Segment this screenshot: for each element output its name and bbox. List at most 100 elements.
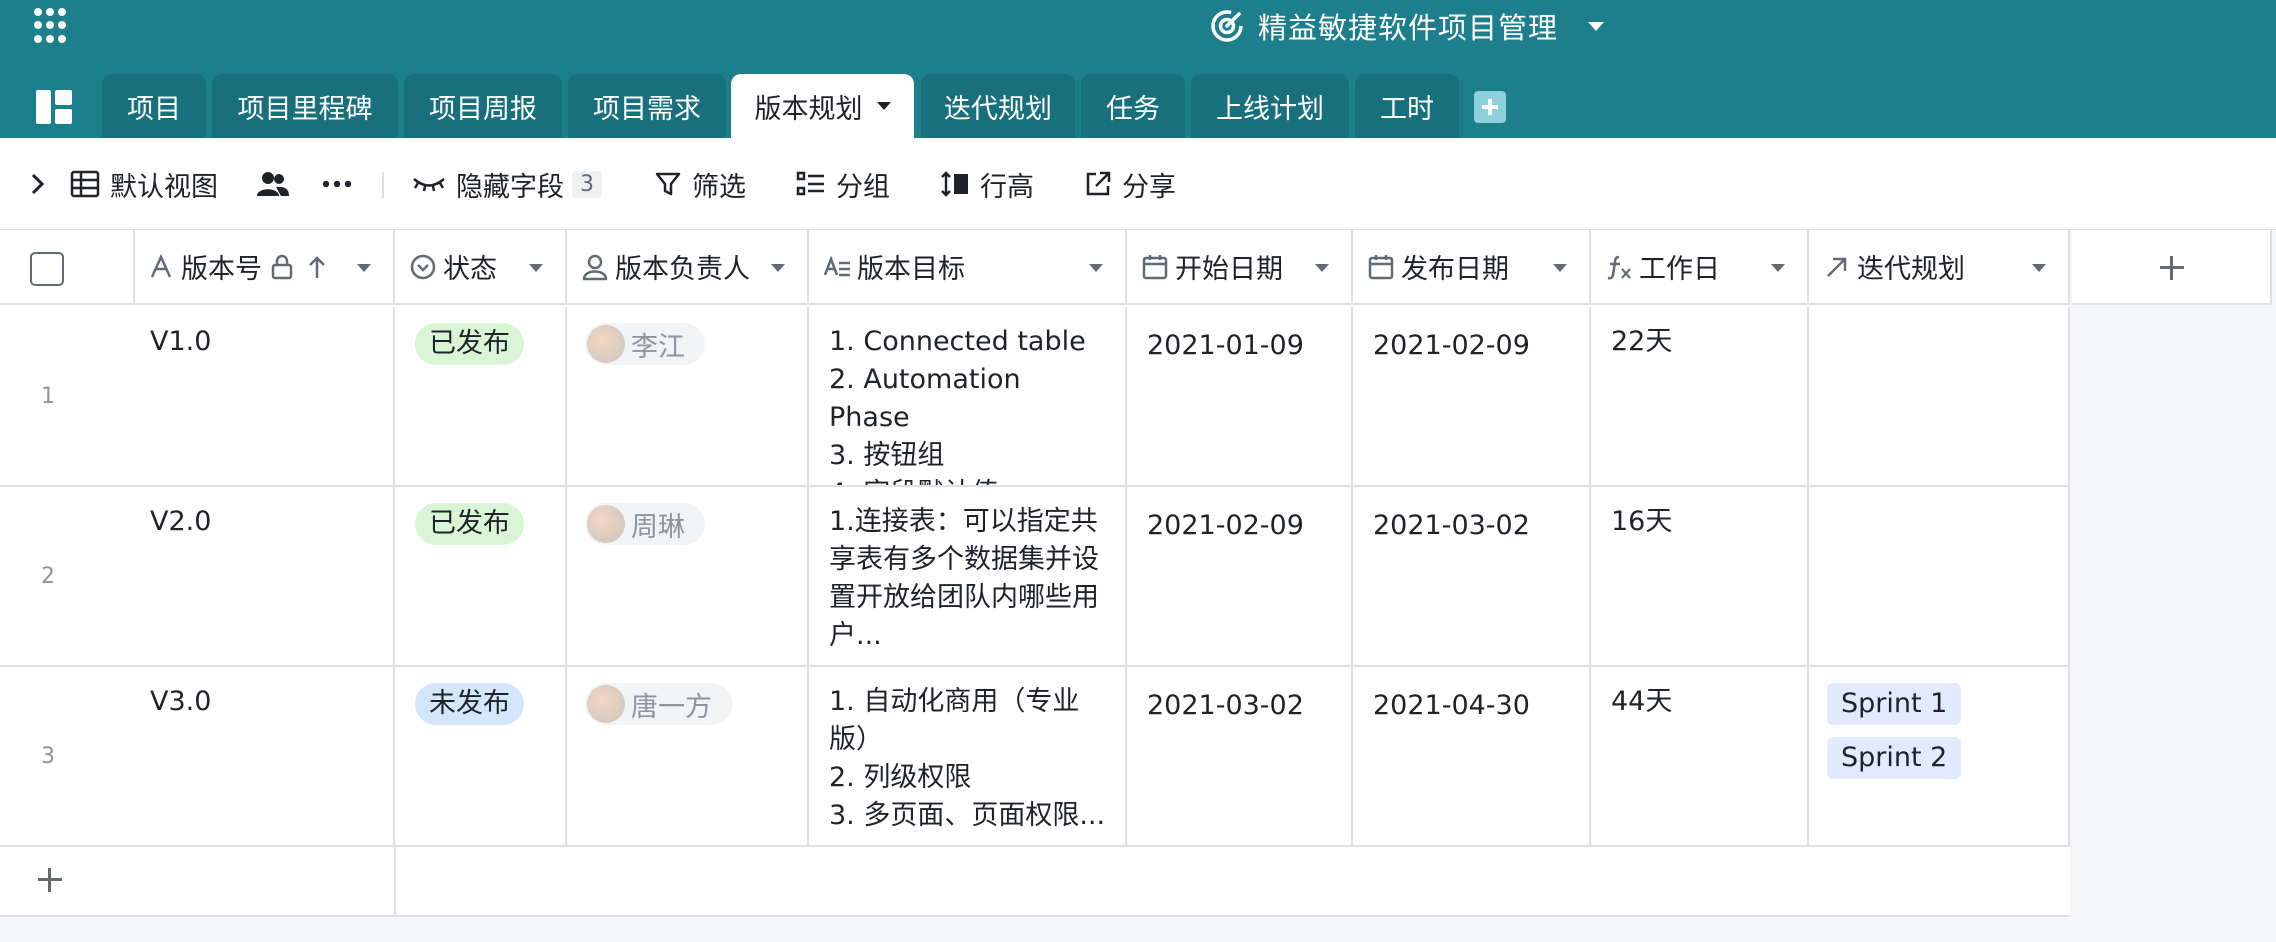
status-cell[interactable]: 已发布	[395, 487, 567, 665]
row-header-cell[interactable]: 3 V3.0	[0, 667, 395, 845]
column-label: 版本负责人	[615, 254, 750, 285]
version-cell[interactable]: V2.0	[130, 487, 229, 541]
eye-closed-icon	[413, 178, 445, 192]
base-title: 精益敏捷软件项目管理	[1258, 11, 1559, 45]
more-options-button[interactable]	[322, 138, 362, 230]
owner-chip[interactable]: 周琳	[585, 503, 705, 545]
group-button[interactable]: 分组	[796, 138, 890, 230]
version-cell[interactable]: V1.0	[130, 307, 229, 361]
goal-line: 1. Connected table	[829, 326, 1086, 357]
release-date-cell[interactable]: 2021-02-09	[1353, 307, 1591, 485]
release-date-cell[interactable]: 2021-03-02	[1353, 487, 1591, 665]
goal-line: 版）	[829, 724, 883, 755]
sidebar-toggle[interactable]	[30, 138, 56, 230]
row-number: 2	[41, 563, 55, 589]
goal-line: 户...	[829, 620, 882, 651]
column-label: 迭代规划	[1857, 254, 1965, 285]
release-date-cell[interactable]: 2021-04-30	[1353, 667, 1591, 845]
add-record-icon[interactable]	[38, 868, 62, 892]
owner-chip[interactable]: 李江	[585, 323, 705, 365]
hide-fields-label: 隐藏字段	[456, 171, 564, 203]
status-badge: 已发布	[415, 323, 524, 365]
owner-cell[interactable]: 唐一方	[567, 667, 809, 845]
sprint-link-tag[interactable]: Sprint 1	[1827, 683, 1962, 725]
goal-line: 1.连接表：可以指定共	[829, 506, 1098, 537]
add-table-icon[interactable]	[1474, 91, 1506, 123]
select-all-checkbox[interactable]	[30, 252, 64, 286]
workdays-cell[interactable]: 22天	[1591, 307, 1809, 485]
tab-iteration-planning[interactable]: 迭代规划	[921, 74, 1075, 138]
column-header-version[interactable]: 版本号	[135, 230, 395, 305]
workdays-cell[interactable]: 16天	[1591, 487, 1809, 665]
start-date-cell[interactable]: 2021-01-09	[1127, 307, 1353, 485]
share-button[interactable]: 分享	[1084, 138, 1176, 230]
column-header-release-date[interactable]: 发布日期	[1353, 230, 1591, 305]
tab-project[interactable]: 项目	[102, 74, 206, 138]
version-cell[interactable]: V3.0	[130, 667, 229, 721]
collaborators-button[interactable]	[256, 138, 300, 230]
sprint-link-tag[interactable]: Sprint 2	[1827, 737, 1962, 779]
chevron-down-icon	[1771, 264, 1785, 272]
owner-cell[interactable]: 周琳	[567, 487, 809, 665]
tab-project-milestones[interactable]: 项目里程碑	[212, 74, 398, 138]
start-date-cell[interactable]: 2021-02-09	[1127, 487, 1353, 665]
filter-icon	[655, 172, 681, 196]
view-selector[interactable]: 默认视图	[70, 138, 218, 230]
goal-cell[interactable]: 1.连接表：可以指定共 享表有多个数据集并设 置开放给团队内哪些用 户...	[809, 487, 1127, 665]
tab-project-requirements[interactable]: 项目需求	[568, 74, 726, 138]
column-header-start-date[interactable]: 开始日期	[1127, 230, 1353, 305]
goal-cell[interactable]: 1. Connected table 2. Automation Phase 3…	[809, 307, 1127, 485]
column-label: 工作日	[1639, 254, 1720, 285]
row-height-icon	[941, 171, 968, 197]
owner-name: 唐一方	[631, 691, 712, 723]
owner-cell[interactable]: 李江	[567, 307, 809, 485]
status-cell[interactable]: 未发布	[395, 667, 567, 845]
tab-project-weekly[interactable]: 项目周报	[404, 74, 562, 138]
chevron-down-icon	[1588, 21, 1605, 31]
row-header-cell[interactable]: 1 V1.0	[0, 307, 395, 485]
group-list-icon	[796, 171, 824, 196]
dashboard-icon[interactable]	[36, 90, 72, 124]
column-header-iteration[interactable]: 迭代规划	[1809, 230, 2070, 305]
row-height-button[interactable]: 行高	[940, 138, 1034, 230]
iteration-cell[interactable]	[1809, 487, 2070, 665]
share-label: 分享	[1122, 171, 1176, 203]
column-header-workdays[interactable]: 工作日	[1591, 230, 1809, 305]
tab-tasks[interactable]: 任务	[1081, 74, 1185, 138]
column-label: 状态	[443, 254, 497, 285]
workdays-cell[interactable]: 44天	[1591, 667, 1809, 845]
column-header-owner[interactable]: 版本负责人	[567, 230, 809, 305]
row-height-label: 行高	[980, 171, 1034, 203]
sort-ascending-icon	[309, 255, 325, 278]
goal-line: 享表有多个数据集并设	[829, 544, 1099, 575]
toolbar-divider	[382, 172, 384, 198]
chevron-down-icon[interactable]	[876, 102, 891, 110]
owner-chip[interactable]: 唐一方	[585, 683, 732, 725]
start-date-cell[interactable]: 2021-03-02	[1127, 667, 1353, 845]
select-all-header	[0, 230, 135, 305]
status-cell[interactable]: 已发布	[395, 307, 567, 485]
table-row[interactable]: 1 V1.0 已发布 李江 1. Connected table 2. Auto…	[0, 307, 2070, 487]
row-header-cell[interactable]: 2 V2.0	[0, 487, 395, 665]
owner-name: 周琳	[631, 511, 685, 543]
column-header-goal[interactable]: 版本目标	[809, 230, 1127, 305]
add-column-button[interactable]	[2072, 230, 2272, 305]
tab-work-hours[interactable]: 工时	[1355, 74, 1459, 138]
goal-cell[interactable]: 1. 自动化商用（专业 版） 2. 列级权限 3. 多页面、页面权限...	[809, 667, 1127, 845]
table-row[interactable]: 2 V2.0 已发布 周琳 1.连接表：可以指定共 享表有多个数据集并设 置开放…	[0, 487, 2070, 667]
tab-version-planning[interactable]: 版本规划	[731, 74, 914, 138]
chevron-down-icon	[357, 264, 371, 272]
base-title-dropdown[interactable]: 精益敏捷软件项目管理	[1210, 6, 1605, 46]
chevron-down-icon	[1315, 264, 1329, 272]
iteration-cell[interactable]	[1809, 307, 2070, 485]
tab-launch-plan[interactable]: 上线计划	[1191, 74, 1349, 138]
hide-fields-button[interactable]: 隐藏字段 3	[412, 138, 602, 230]
chevron-right-icon	[31, 173, 45, 195]
link-arrow-icon	[1827, 257, 1847, 277]
filter-button[interactable]: 筛选	[654, 138, 746, 230]
more-dots-icon	[322, 180, 352, 188]
table-row[interactable]: 3 V3.0 未发布 唐一方 1. 自动化商用（专业 版） 2. 列级权限 3.…	[0, 667, 2070, 847]
iteration-cell[interactable]: Sprint 1 Sprint 2	[1809, 667, 2070, 845]
apps-grid-icon[interactable]	[34, 8, 70, 44]
column-header-status[interactable]: 状态	[395, 230, 567, 305]
